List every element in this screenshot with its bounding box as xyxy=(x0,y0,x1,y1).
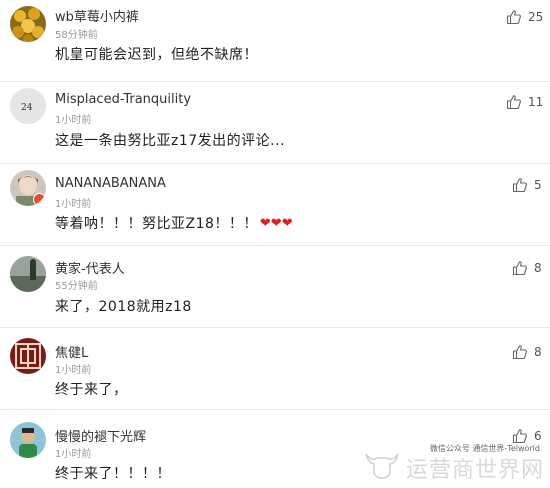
watermark: 运营商世界网 xyxy=(362,448,544,484)
thumbs-up-icon xyxy=(512,428,528,444)
avatar[interactable] xyxy=(10,422,46,458)
timestamp: 1小时前 xyxy=(55,115,92,126)
username[interactable]: 黄家-代表人 xyxy=(55,258,125,277)
comment-item: NANANABANANA 1小时前 等着呐！！！努比亚Z18！！！ ❤❤❤ 5 xyxy=(0,164,550,246)
comment-item: 焦健L 1小时前 终于来了， 8 xyxy=(0,328,550,410)
thumbs-up-icon xyxy=(506,9,522,25)
like-button[interactable]: 8 xyxy=(512,259,542,277)
timestamp: 1小时前 xyxy=(55,449,92,460)
comment-text: 来了，2018就用z18 xyxy=(55,299,192,315)
like-button[interactable]: 11 xyxy=(506,93,543,111)
avatar[interactable] xyxy=(10,338,46,374)
comment-item: wb草莓小内裤 58分钟前 机皇可能会迟到，但绝不缺席！ 25 xyxy=(0,0,550,82)
timestamp: 55分钟前 xyxy=(55,281,98,292)
like-button[interactable]: 8 xyxy=(512,343,542,361)
comment-text-row: 等着呐！！！努比亚Z18！！！ ❤❤❤ xyxy=(55,213,293,233)
timestamp: 58分钟前 xyxy=(55,30,98,41)
verified-badge xyxy=(33,193,46,206)
like-count: 25 xyxy=(528,10,544,24)
comment-text: 这是一条由努比亚z17发出的评论... xyxy=(55,133,286,149)
heart-emoji: ❤❤❤ xyxy=(259,215,293,231)
thumbs-up-icon xyxy=(506,94,522,110)
thumbs-up-icon xyxy=(512,260,528,276)
like-button[interactable]: 25 xyxy=(506,8,543,26)
avatar[interactable] xyxy=(10,170,46,206)
like-count: 8 xyxy=(534,261,542,275)
like-count: 8 xyxy=(534,345,542,359)
thumbs-up-icon xyxy=(512,177,528,193)
like-count: 11 xyxy=(528,95,544,109)
comment-item: 黄家-代表人 55分钟前 来了，2018就用z18 8 xyxy=(0,246,550,328)
watermark-text: 运营商世界网 xyxy=(405,458,544,483)
username[interactable]: NANANABANANA xyxy=(55,176,166,191)
username[interactable]: Misplaced-Tranquility xyxy=(55,92,191,107)
thumbs-up-icon xyxy=(512,344,528,360)
svg-text:24: 24 xyxy=(21,103,33,113)
comment-text: 终于来了， xyxy=(55,382,128,398)
username[interactable]: 慢慢的褪下光辉 xyxy=(55,426,146,445)
comment-text: 机皇可能会迟到，但绝不缺席！ xyxy=(55,47,258,63)
timestamp: 1小时前 xyxy=(55,199,92,210)
like-count: 6 xyxy=(534,429,542,443)
username[interactable]: 焦健L xyxy=(55,342,88,361)
bull-logo-icon xyxy=(362,448,402,484)
avatar[interactable] xyxy=(10,256,46,292)
timestamp: 1小时前 xyxy=(55,365,92,376)
comment-text: 等着呐！！！努比亚Z18！！！ xyxy=(55,216,258,232)
comment-text: 终于来了！！！！ xyxy=(55,466,171,482)
username[interactable]: wb草莓小内裤 xyxy=(55,6,139,25)
comment-item: 24 Misplaced-Tranquility 1小时前 这是一条由努比亚z1… xyxy=(0,82,550,164)
avatar[interactable]: 24 xyxy=(10,88,46,124)
like-count: 5 xyxy=(534,178,542,192)
avatar[interactable] xyxy=(10,6,46,42)
like-button[interactable]: 5 xyxy=(512,176,542,194)
